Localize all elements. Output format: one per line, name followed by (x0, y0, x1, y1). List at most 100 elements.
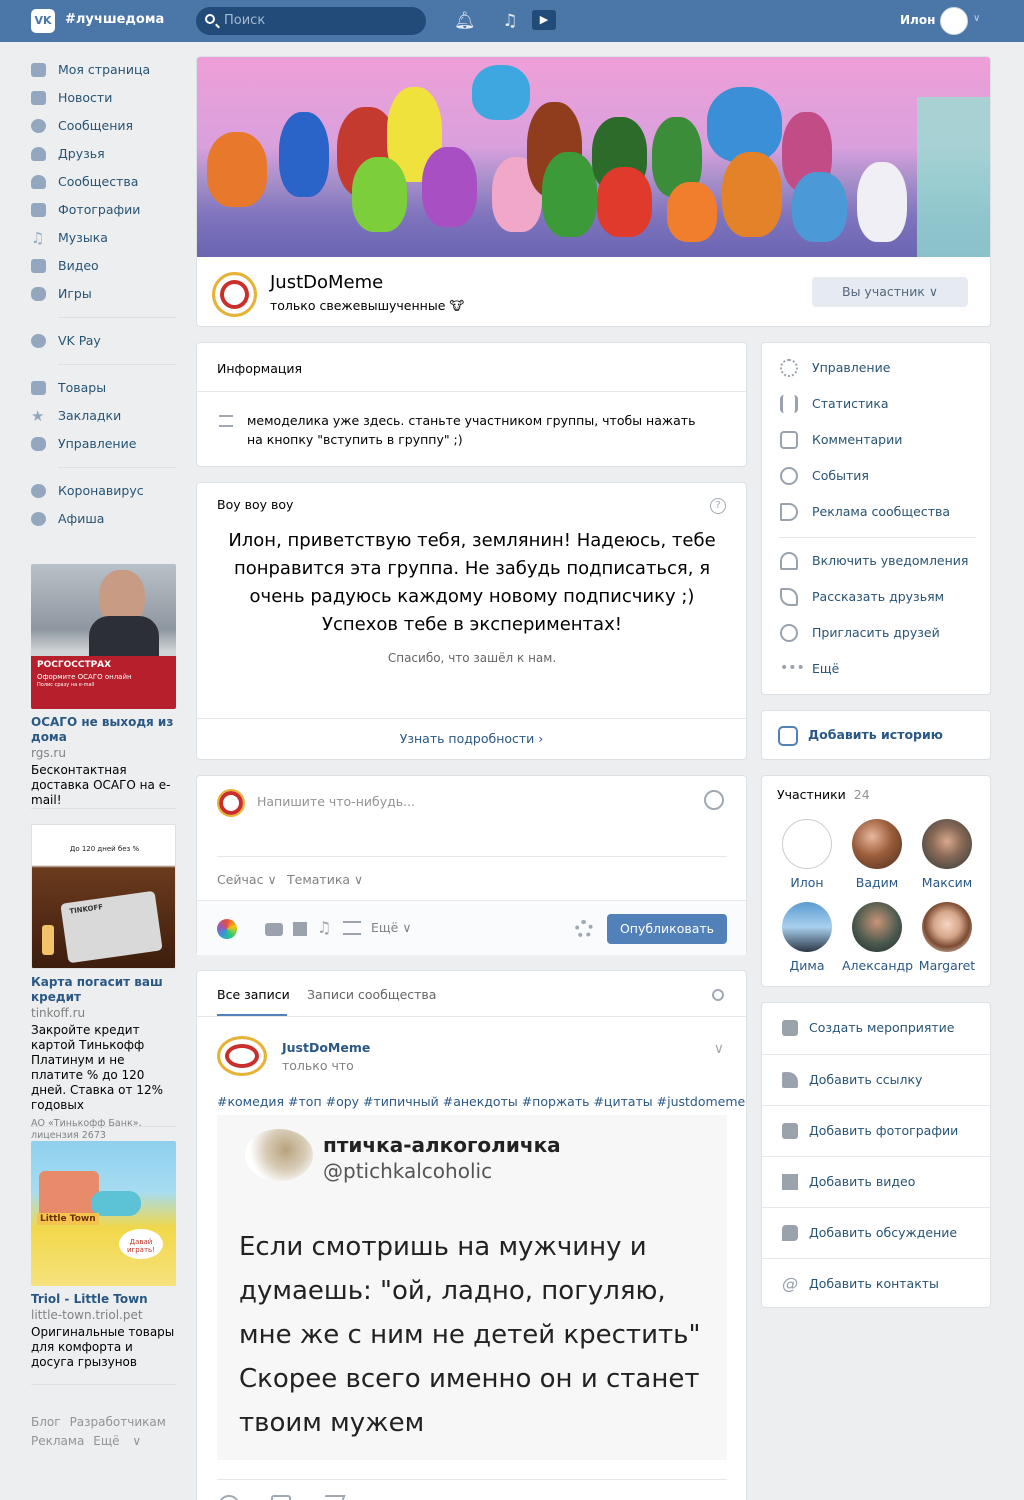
member-button[interactable]: Вы участник ∨ (812, 277, 968, 307)
add-photos-link[interactable]: Добавить фотографии (762, 1105, 992, 1156)
cover-character (207, 132, 267, 207)
play-icon[interactable]: ▶ (532, 10, 556, 30)
share-icon[interactable] (320, 1495, 346, 1500)
nav-games[interactable]: Игры (31, 280, 176, 308)
menu-more[interactable]: ••• Ещё (778, 651, 978, 687)
ad-image[interactable]: До 120 дней без % TINKOFF (31, 824, 176, 969)
nav-news[interactable]: Новости (31, 84, 176, 112)
nav-goods[interactable]: Товары (31, 374, 176, 402)
like-icon[interactable] (219, 1495, 239, 1500)
footer-blog[interactable]: Блог (31, 1415, 61, 1429)
art-icon[interactable] (217, 919, 237, 939)
nav-music[interactable]: ♫ Музыка (31, 224, 176, 252)
search-input[interactable]: Поиск (196, 7, 426, 35)
member-item[interactable]: Margaret (912, 902, 982, 973)
theme-select[interactable]: Тематика ∨ (287, 872, 363, 887)
member-item[interactable]: Илон (772, 819, 842, 890)
post-input[interactable]: Напишите что-нибудь... (257, 794, 415, 809)
gear-icon[interactable] (575, 920, 593, 938)
ad-block[interactable]: До 120 дней без % TINKOFF Карта погасит … (31, 824, 176, 1142)
video-icon[interactable] (293, 922, 307, 936)
search-icon[interactable] (712, 989, 724, 1001)
vkpay-icon (31, 334, 46, 348)
comment-icon[interactable] (271, 1495, 291, 1500)
post-image[interactable]: птичка-алкоголичка @ptichkalcoholic Если… (217, 1115, 727, 1460)
nav-video[interactable]: Видео (31, 252, 176, 280)
ad-title[interactable]: Triol - Little Town (31, 1292, 176, 1307)
chevron-down-icon[interactable]: ∨ (973, 13, 980, 24)
member-item[interactable]: Максим (912, 819, 982, 890)
member-item[interactable]: Вадим (842, 819, 912, 890)
nav-photos[interactable]: Фотографии (31, 196, 176, 224)
music-icon[interactable]: ♫ (317, 918, 331, 937)
nav-my-page[interactable]: Моя страница (31, 56, 176, 84)
member-item[interactable]: Александр (842, 902, 913, 973)
nav-afisha[interactable]: Афиша (31, 505, 176, 533)
publish-button[interactable]: Опубликовать (607, 914, 727, 944)
create-event-link[interactable]: Создать мероприятие (762, 1003, 992, 1054)
post-time[interactable]: только что (282, 1058, 354, 1073)
tab-community-posts[interactable]: Записи сообщества (307, 987, 436, 1002)
ad-card: TINKOFF (60, 890, 163, 964)
menu-stats[interactable]: Статистика (778, 386, 978, 422)
ad-title[interactable]: ОСАГО не выходя из дома (31, 715, 176, 745)
menu-events[interactable]: События (778, 458, 978, 494)
nav-bookmarks[interactable]: ★ Закладки (31, 402, 176, 430)
help-icon[interactable]: ? (710, 498, 726, 514)
menu-share[interactable]: Рассказать друзьям (778, 579, 978, 615)
video-icon (782, 1174, 798, 1190)
nav-manage[interactable]: Управление (31, 430, 176, 458)
add-link-link[interactable]: Добавить ссылку (762, 1054, 992, 1105)
member-item[interactable]: Дима (772, 902, 842, 973)
camera-icon[interactable] (265, 923, 283, 936)
menu-comments[interactable]: Комментарии (778, 422, 978, 458)
time-select[interactable]: Сейчас ∨ (217, 872, 277, 887)
stats-icon (780, 395, 798, 413)
post-author-avatar[interactable] (217, 1036, 267, 1076)
add-contacts-link[interactable]: @ Добавить контакты (762, 1258, 992, 1309)
divider (197, 718, 746, 719)
vk-logo-icon[interactable]: VK (31, 9, 55, 33)
ad-block[interactable]: Little Town Давай играть! Triol - Little… (31, 1141, 176, 1370)
footer-more[interactable]: Ещё ∨ (93, 1434, 141, 1448)
ad-block[interactable]: РОСГОССТРАХ Оформите ОСАГО онлайн Полис … (31, 564, 176, 808)
nav-coronavirus[interactable]: Коронавирус (31, 477, 176, 505)
composer-avatar (217, 789, 245, 817)
footer-ads[interactable]: Реклама (31, 1434, 84, 1448)
menu-notifications[interactable]: Включить уведомления (778, 543, 978, 579)
nav-vkpay[interactable]: VK Pay (31, 327, 176, 355)
ad-image[interactable]: РОСГОССТРАХ Оформите ОСАГО онлайн Полис … (31, 564, 176, 709)
add-story-link[interactable]: Добавить историю (808, 727, 943, 742)
bell-icon[interactable]: 🔔︎ (454, 11, 476, 31)
chevron-down-icon[interactable]: ∨ (714, 1041, 724, 1057)
nav-friends[interactable]: Друзья (31, 140, 176, 168)
story-card[interactable]: Добавить историю (761, 710, 991, 760)
cover-character (597, 167, 652, 237)
tab-all-posts[interactable]: Все записи (217, 987, 290, 1002)
nav-groups[interactable]: Сообщества (31, 168, 176, 196)
ad-license: АО «Тинькофф Банк», лицензия 2673 (31, 1118, 142, 1141)
more-details-link[interactable]: Узнать подробности › (197, 731, 746, 746)
menu-manage[interactable]: Управление (778, 350, 978, 386)
members-title[interactable]: Участники 24 (777, 787, 870, 802)
add-discussion-link[interactable]: Добавить обсуждение (762, 1207, 992, 1258)
nav-messages[interactable]: Сообщения (31, 112, 176, 140)
menu-invite[interactable]: Пригласить друзей (778, 615, 978, 651)
article-icon[interactable] (343, 921, 361, 935)
ad-image[interactable]: Little Town Давай играть! (31, 1141, 176, 1286)
events-icon (780, 467, 798, 485)
header-hashtag[interactable]: #лучшедома (65, 12, 164, 27)
more-attachments[interactable]: Ещё ∨ (371, 920, 412, 935)
user-avatar[interactable] (940, 7, 968, 35)
ad-title[interactable]: Карта погасит ваш кредит (31, 975, 176, 1005)
emoji-icon[interactable] (704, 790, 724, 810)
menu-ads[interactable]: Реклама сообщества (778, 494, 978, 530)
user-name[interactable]: Илон (900, 13, 935, 27)
footer-dev[interactable]: Разработчикам (70, 1415, 166, 1429)
story-icon (778, 726, 798, 746)
post-tags[interactable]: #комедия #топ #ору #типичный #анекдоты #… (217, 1094, 745, 1109)
group-avatar[interactable] (212, 272, 257, 317)
add-video-link[interactable]: Добавить видео (762, 1156, 992, 1207)
music-icon[interactable]: ♫ (500, 11, 520, 31)
post-author[interactable]: JustDoMeme (282, 1040, 370, 1055)
